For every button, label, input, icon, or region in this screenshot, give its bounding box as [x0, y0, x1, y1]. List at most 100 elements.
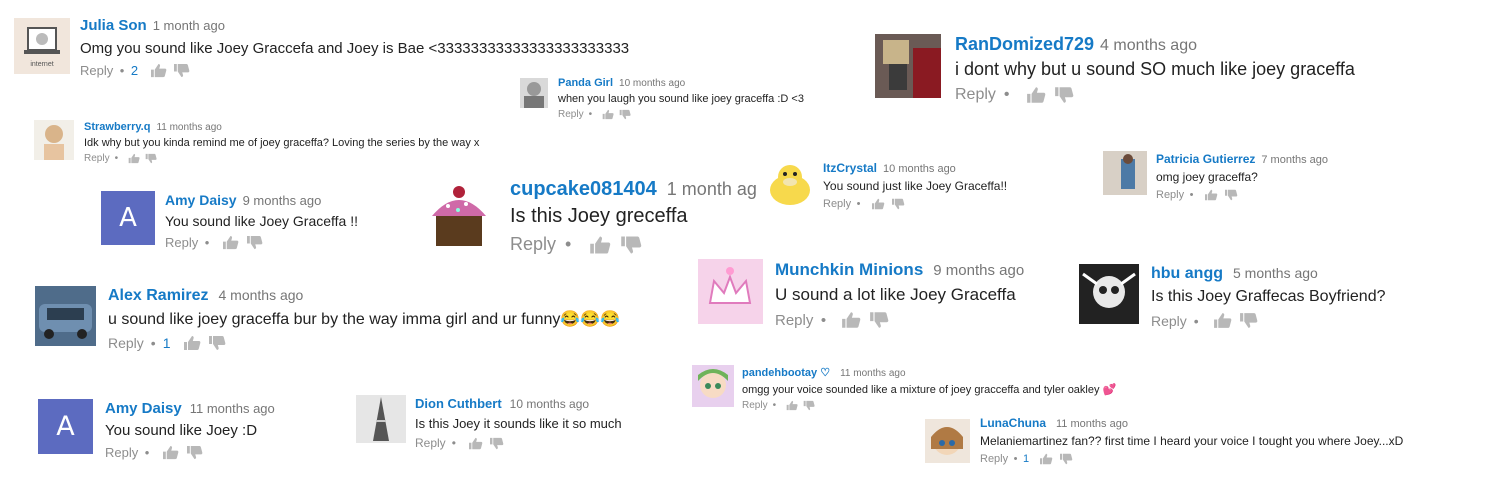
avatar[interactable] [356, 395, 406, 443]
avatar[interactable] [1103, 151, 1147, 195]
author-name[interactable]: Julia Son [80, 17, 147, 34]
author-name[interactable]: Patricia Gutierrez [1156, 152, 1255, 166]
author-name[interactable]: hbu angg [1151, 265, 1223, 282]
timestamp[interactable]: 1 month ago [153, 18, 225, 33]
author-name[interactable]: RanDomized729 [955, 34, 1094, 54]
author-name[interactable]: Amy Daisy [105, 400, 182, 417]
timestamp[interactable]: 9 months ago [933, 262, 1024, 279]
thumbs-down-icon[interactable] [145, 153, 157, 164]
reply-button[interactable]: Reply [165, 235, 198, 250]
reply-button[interactable]: Reply [775, 312, 813, 329]
author-name[interactable]: ItzCrystal [823, 161, 877, 175]
thumbs-up-icon[interactable] [222, 235, 239, 250]
reply-button[interactable]: Reply [742, 400, 768, 411]
thumbs-down-icon[interactable] [1239, 312, 1258, 329]
avatar[interactable]: internet [14, 18, 70, 74]
like-count: 1 [1022, 453, 1030, 465]
avatar[interactable] [875, 34, 941, 98]
separator-dot: • [1003, 86, 1010, 103]
timestamp[interactable]: 5 months ago [1233, 265, 1318, 281]
thumbs-down-icon[interactable] [173, 63, 190, 78]
thumbs-up-icon[interactable] [602, 109, 614, 120]
timestamp[interactable]: 10 months ago [883, 163, 956, 175]
thumbs-up-icon[interactable] [1213, 312, 1232, 329]
author-name[interactable]: pandehbootay ♡ [742, 367, 830, 379]
reply-button[interactable]: Reply [1156, 189, 1184, 201]
thumbs-up-icon[interactable] [589, 235, 611, 255]
separator-dot: • [1013, 453, 1018, 465]
timestamp[interactable]: 4 months ago [219, 287, 304, 303]
avatar[interactable] [34, 120, 74, 160]
avatar[interactable] [698, 259, 763, 324]
thumbs-down-icon[interactable] [186, 445, 203, 460]
thumbs-down-icon[interactable] [489, 437, 504, 450]
author-name[interactable]: Alex Ramirez [108, 287, 209, 304]
reply-button[interactable]: Reply [105, 445, 138, 460]
author-name[interactable]: Munchkin Minions [775, 260, 923, 279]
avatar[interactable] [1079, 264, 1139, 324]
like-count: 1 [162, 335, 171, 351]
timestamp[interactable]: 9 months ago [243, 193, 322, 208]
thumbs-up-icon[interactable] [183, 335, 201, 351]
comment-text: U sound a lot like Joey Graceffa [775, 285, 1016, 304]
thumbs-up-icon[interactable] [468, 437, 483, 450]
timestamp[interactable]: 1 month ago [667, 179, 757, 199]
author-name[interactable]: cupcake081404 [510, 178, 657, 200]
reply-button[interactable]: Reply [980, 453, 1008, 465]
author-name[interactable]: LunaChuna [980, 416, 1046, 430]
reply-button[interactable]: Reply [955, 86, 996, 104]
timestamp[interactable]: 11 months ago [190, 401, 275, 416]
thumbs-down-icon[interactable] [620, 235, 642, 255]
avatar[interactable] [765, 160, 815, 208]
thumbs-down-icon[interactable] [1054, 86, 1074, 104]
thumbs-up-icon[interactable] [871, 198, 885, 210]
avatar[interactable] [35, 286, 96, 346]
thumbs-up-icon[interactable] [841, 311, 861, 329]
reply-button[interactable]: Reply [80, 63, 113, 78]
thumbs-up-icon[interactable] [786, 400, 798, 411]
author-name[interactable]: Amy Daisy [165, 192, 237, 208]
avatar[interactable] [422, 178, 496, 250]
thumbs-up-icon[interactable] [150, 63, 167, 78]
thumbs-down-icon[interactable] [1059, 453, 1073, 465]
thumbs-down-icon[interactable] [1224, 189, 1238, 201]
timestamp[interactable]: 11 months ago [156, 122, 221, 133]
reply-button[interactable]: Reply [415, 436, 446, 450]
reply-button[interactable]: Reply [84, 153, 110, 164]
thumbs-down-icon[interactable] [803, 400, 815, 411]
reply-button[interactable]: Reply [108, 335, 144, 351]
separator-dot: • [204, 235, 210, 250]
timestamp[interactable]: 7 months ago [1261, 154, 1328, 166]
thumbs-down-icon[interactable] [246, 235, 263, 250]
avatar[interactable]: A [38, 399, 93, 454]
timestamp[interactable]: 4 months ago [1100, 37, 1197, 54]
thumbs-down-icon[interactable] [869, 311, 889, 329]
timestamp[interactable]: 10 months ago [619, 78, 685, 89]
comment-text: Is this Joey Graffecas Boyfriend? [1151, 288, 1386, 305]
thumbs-up-icon[interactable] [1204, 189, 1218, 201]
author-name[interactable]: Strawberry.q [84, 121, 150, 133]
thumbs-up-icon[interactable] [1039, 453, 1053, 465]
avatar[interactable] [692, 365, 734, 407]
thumbs-down-icon[interactable] [891, 198, 905, 210]
thumbs-up-icon[interactable] [128, 153, 140, 164]
reply-button[interactable]: Reply [823, 198, 851, 210]
reply-button[interactable]: Reply [1151, 313, 1187, 329]
timestamp[interactable]: 11 months ago [1056, 418, 1128, 430]
author-name[interactable]: Dion Cuthbert [415, 396, 502, 411]
author-name[interactable]: Panda Girl [558, 77, 613, 89]
thumbs-up-icon[interactable] [1026, 86, 1046, 104]
thumbs-down-icon[interactable] [619, 109, 631, 120]
avatar[interactable] [925, 419, 970, 463]
reply-button[interactable]: Reply [510, 234, 556, 255]
cupcake-avatar-image [432, 186, 486, 246]
timestamp[interactable]: 10 months ago [510, 397, 589, 411]
avatar[interactable]: A [101, 191, 155, 245]
thumbs-up-icon[interactable] [162, 445, 179, 460]
timestamp[interactable]: 11 months ago [840, 368, 905, 379]
psyduck-avatar-image [770, 165, 810, 205]
like-count: 2 [130, 63, 139, 78]
thumbs-down-icon[interactable] [208, 335, 226, 351]
avatar[interactable] [520, 78, 548, 108]
reply-button[interactable]: Reply [558, 109, 584, 120]
